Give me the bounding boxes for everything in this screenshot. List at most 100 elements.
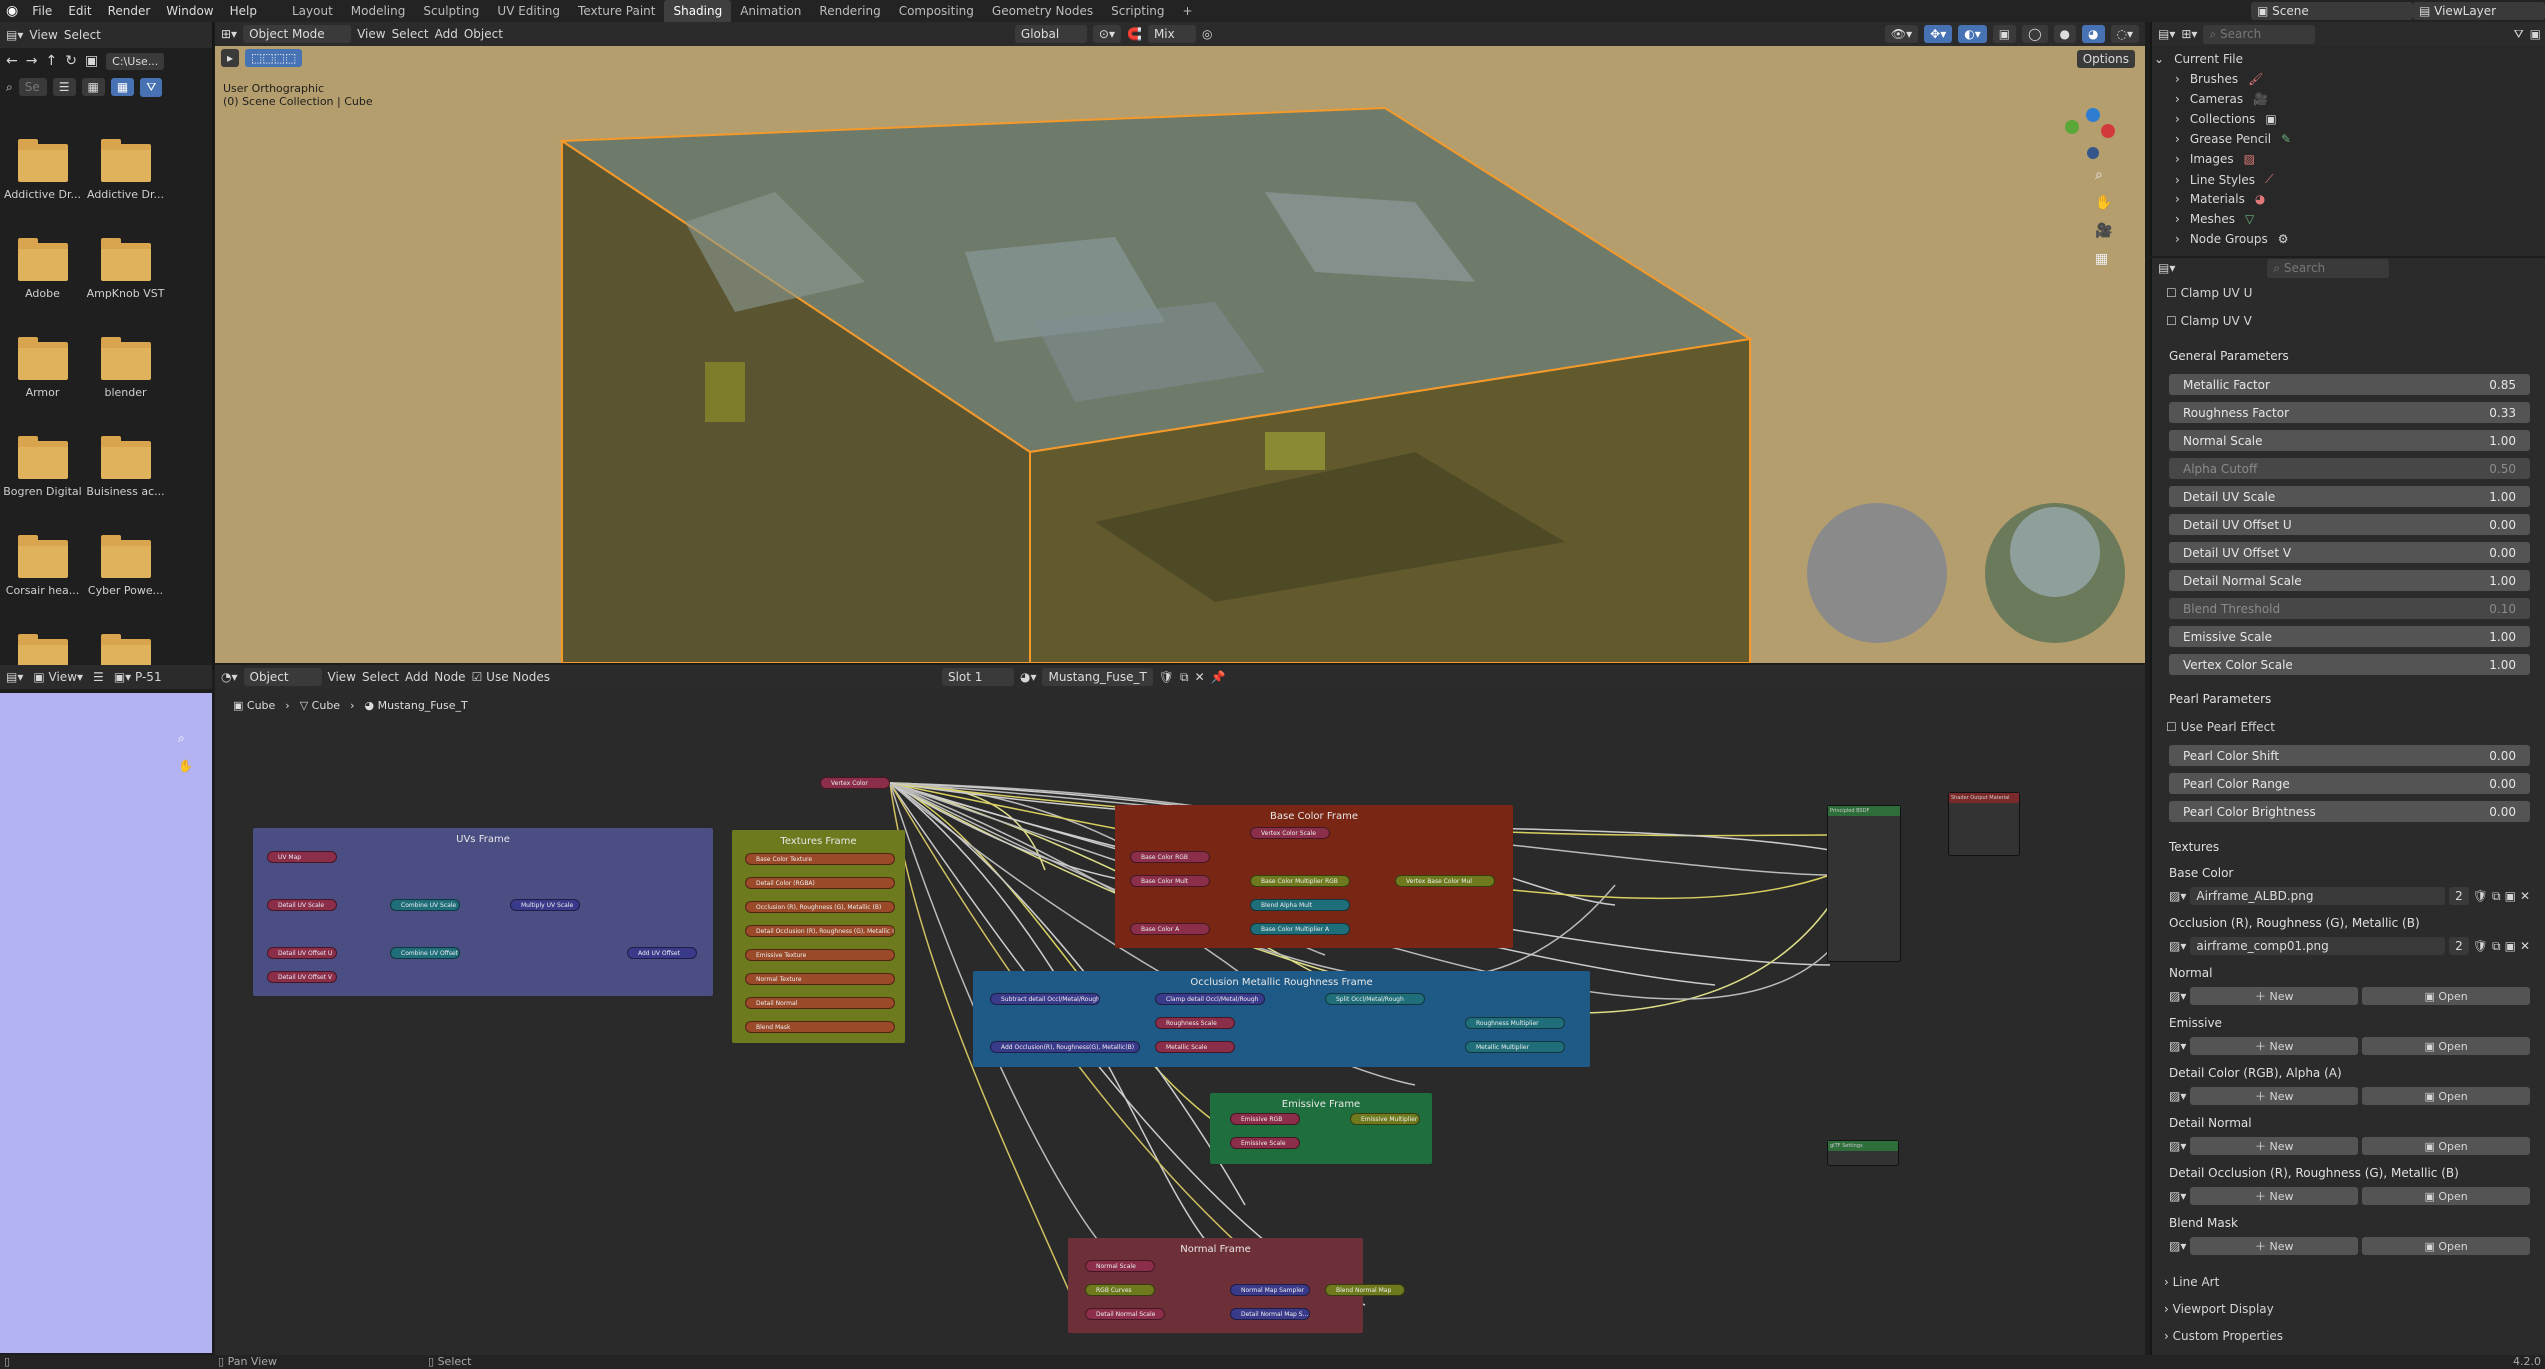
node-editor[interactable]: ◔▾ Object View Select Add Node ☑ Use Nod… [215, 665, 2145, 1355]
folder-item[interactable]: Buisiness ac... [83, 436, 168, 498]
open-image-button[interactable]: ▣ Open [2362, 1087, 2530, 1105]
outliner-item[interactable]: › Brushes 🖌 [2175, 72, 2263, 86]
param-field[interactable]: Pearl Color Brightness 0.00 [2169, 801, 2530, 822]
node-normal[interactable]: Detail Normal Map S... [1230, 1308, 1310, 1320]
chevron-right-icon[interactable]: › [2175, 112, 2180, 126]
folder-item[interactable]: blender [83, 337, 168, 399]
node-emissive[interactable]: Emissive RGB [1230, 1113, 1300, 1125]
node-combine-uv-offset[interactable]: Combine UV Offset [390, 947, 460, 959]
node-principled-bsdf[interactable]: Principled BSDF [1827, 805, 1901, 962]
node-base-color[interactable]: Vertex Base Color Mul [1395, 875, 1495, 887]
scene-selector[interactable]: ▣ Scene [2251, 2, 2413, 20]
node-texture[interactable]: Detail Color (RGBA) [745, 877, 895, 889]
node-gltf-settings[interactable]: glTF Settings [1827, 1140, 1899, 1166]
fake-user-icon[interactable]: 🛡 [2473, 889, 2488, 903]
file-browser-view-menu[interactable]: View [29, 28, 57, 42]
new-image-button[interactable]: ＋ New [2190, 1087, 2359, 1105]
open-image-button[interactable]: ▣ Open [2362, 1037, 2530, 1055]
node-multiply-uv-scale[interactable]: Multiply UV Scale [510, 899, 580, 911]
image-view-menu[interactable]: ▣ View▾ [33, 670, 83, 684]
chevron-right-icon[interactable]: › [2175, 232, 2180, 246]
menu-edit[interactable]: Edit [60, 4, 99, 18]
new-image-button[interactable]: ＋ New [2190, 987, 2359, 1005]
menu-file[interactable]: File [24, 4, 60, 18]
add-workspace-button[interactable]: + [1174, 0, 1202, 22]
image-icon[interactable]: ▨▾ [2169, 1189, 2186, 1203]
image-editor[interactable]: ▤▾ ▣ View▾ ☰ ▣▾ P-51 ⌕ ✋ [0, 665, 212, 1355]
panel-viewport-display[interactable]: › Viewport Display [2164, 1302, 2274, 1316]
image-icon[interactable]: ▨▾ [2169, 939, 2186, 953]
param-field[interactable]: Alpha Cutoff 0.50 [2169, 458, 2530, 479]
node-texture[interactable]: Detail Occlusion (R), Roughness (G), Met… [745, 925, 895, 937]
open-image-button[interactable]: ▣ Open [2362, 1137, 2530, 1155]
outliner-item[interactable]: › Collections ▣ [2175, 112, 2277, 126]
node-orm[interactable]: Split Occl/Metal/Rough [1325, 993, 1425, 1005]
param-field[interactable]: Pearl Color Shift 0.00 [2169, 745, 2530, 766]
folder-item[interactable]: Corsair hea... [0, 535, 85, 597]
node-normal[interactable]: RGB Curves [1085, 1284, 1155, 1296]
tab-texture-paint[interactable]: Texture Paint [569, 0, 664, 22]
fake-user-icon[interactable]: 🛡 [2473, 939, 2488, 953]
image-icon[interactable]: ▨▾ [2169, 989, 2186, 1003]
texture-file-field[interactable]: airframe_comp01.png [2190, 937, 2446, 955]
menu-icon[interactable]: ☰ [93, 670, 104, 684]
node-material-output[interactable]: Shader Output Material [1948, 792, 2020, 856]
folder-item[interactable]: Addictive Dr... [83, 139, 168, 201]
emissive-frame[interactable]: Emissive Frame [1210, 1093, 1432, 1164]
node-texture[interactable]: Occlusion (R), Roughness (G), Metallic (… [745, 901, 895, 913]
duplicate-icon[interactable]: ⧉ [2492, 939, 2501, 954]
new-collection-icon[interactable]: ▣ [2530, 27, 2541, 41]
folder-item[interactable]: Bogren Digital [0, 436, 85, 498]
properties-search-input[interactable]: ⌕ Search [2267, 258, 2390, 278]
node-emissive[interactable]: Emissive Scale [1230, 1137, 1300, 1149]
node-add-uv-offset[interactable]: Add UV Offset [627, 947, 697, 959]
outliner-item[interactable]: › Line Styles ⟋ [2175, 172, 2273, 187]
node-texture[interactable]: Detail Normal [745, 997, 895, 1009]
panel-line-art[interactable]: › Line Art [2164, 1275, 2219, 1289]
node-orm[interactable]: Roughness Multiplier [1465, 1017, 1565, 1029]
image-icon[interactable]: ▨▾ [2169, 1139, 2186, 1153]
param-field[interactable]: Normal Scale 1.00 [2169, 430, 2530, 451]
editor-type-icon[interactable]: ▤▾ [6, 28, 23, 42]
tab-uv-editing[interactable]: UV Editing [488, 0, 569, 22]
tab-geometry-nodes[interactable]: Geometry Nodes [983, 0, 1102, 22]
outliner-search-input[interactable]: ⌕ Search [2203, 24, 2316, 44]
menu-window[interactable]: Window [158, 4, 221, 18]
param-field[interactable]: Metallic Factor 0.85 [2169, 374, 2530, 395]
new-image-button[interactable]: ＋ New [2190, 1187, 2359, 1205]
folder-item[interactable]: Adobe [0, 238, 85, 300]
node-base-color[interactable]: Base Color A [1130, 923, 1210, 935]
display-grid-icon[interactable]: ▦ [81, 78, 105, 96]
refresh-icon[interactable]: ↻ [65, 53, 77, 69]
zoom-icon[interactable]: ⌕ [178, 731, 185, 746]
chevron-down-icon[interactable]: ⌄ [2154, 52, 2164, 66]
node-detail-uv-offset-u[interactable]: Detail UV Offset U [267, 947, 337, 959]
outliner-item[interactable]: › Cameras 🎥 [2175, 92, 2268, 106]
node-texture[interactable]: Emissive Texture [745, 949, 895, 961]
chevron-right-icon[interactable]: › [2175, 92, 2180, 106]
viewport-3d[interactable]: ⊞▾ Object Mode View Select Add Object Gl… [215, 22, 2145, 663]
node-orm[interactable]: Metallic Multiplier [1465, 1041, 1565, 1053]
tab-animation[interactable]: Animation [731, 0, 810, 22]
chevron-right-icon[interactable]: › [2175, 173, 2180, 187]
tab-compositing[interactable]: Compositing [890, 0, 983, 22]
node-orm[interactable]: Metallic Scale [1155, 1041, 1235, 1053]
node-normal[interactable]: Detail Normal Scale [1085, 1308, 1165, 1320]
tab-modeling[interactable]: Modeling [342, 0, 415, 22]
panel-custom-properties[interactable]: › Custom Properties [2164, 1329, 2283, 1343]
new-folder-icon[interactable]: ▣ [85, 53, 98, 69]
node-uv-map[interactable]: UV Map [267, 851, 337, 863]
tab-layout[interactable]: Layout [283, 0, 342, 22]
folder-item[interactable]: Cyber Powe... [83, 535, 168, 597]
node-normal[interactable]: Blend Normal Map [1325, 1284, 1405, 1296]
menu-render[interactable]: Render [100, 4, 159, 18]
blender-logo-icon[interactable]: ◉ [0, 3, 24, 19]
filter-icon[interactable]: ⛛ [140, 77, 163, 97]
node-base-color[interactable]: Blend Alpha Mult [1250, 899, 1350, 911]
outliner-item[interactable]: › Node Groups ⚙ [2175, 232, 2289, 246]
new-image-button[interactable]: ＋ New [2190, 1137, 2359, 1155]
browse-folder-icon[interactable]: ▣ [2505, 939, 2516, 953]
node-base-color[interactable]: Base Color RGB [1130, 851, 1210, 863]
file-browser-select-menu[interactable]: Select [64, 28, 101, 42]
outliner-item[interactable]: › Meshes ▽ [2175, 212, 2254, 226]
